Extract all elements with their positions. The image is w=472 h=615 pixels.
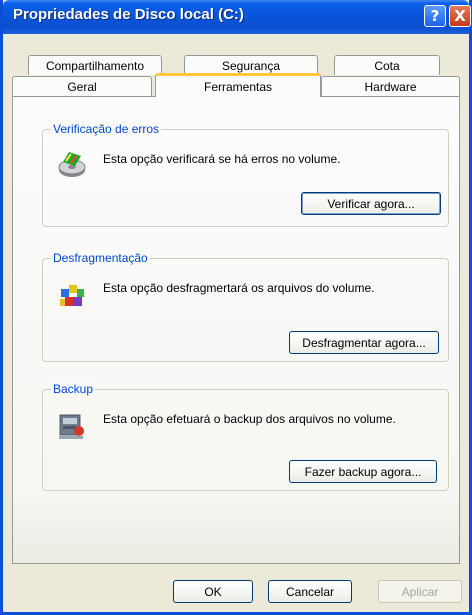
check-now-button[interactable]: Verificar agora... [301, 192, 441, 215]
button-label: Cancelar [285, 584, 335, 599]
backup-icon [59, 414, 84, 439]
group-label: Backup [51, 382, 96, 396]
tab-geral[interactable]: Geral [12, 76, 152, 96]
tab-compartilhamento[interactable]: Compartilhamento [28, 55, 162, 75]
disk-check-icon [58, 152, 86, 177]
tab-cota[interactable]: Cota [334, 55, 440, 75]
title-bar[interactable]: Propriedades de Disco local (C:) ? X [3, 0, 471, 34]
properties-window: Propriedades de Disco local (C:) ? X Com… [0, 0, 472, 615]
button-label: OK [204, 584, 222, 599]
button-label: Desfragmentar agora... [302, 335, 426, 350]
tab-seguranca[interactable]: Segurança [184, 55, 318, 75]
cancel-button[interactable]: Cancelar [268, 580, 352, 603]
button-label: Aplicar [401, 584, 439, 599]
tab-label: Ferramentas [203, 79, 273, 94]
button-label: Fazer backup agora... [304, 464, 422, 479]
tab-hardware[interactable]: Hardware [321, 76, 460, 96]
defrag-group: Desfragmentação Esta opção desfragmertar… [42, 251, 449, 362]
button-label: Verificar agora... [327, 196, 415, 211]
tools-panel: Verificação de erros Esta opção verifica… [12, 96, 460, 564]
group-label: Desfragmentação [51, 251, 150, 265]
group-description: Esta opção desfragmertará os arquivos do… [103, 281, 375, 295]
error-check-group: Verificação de erros Esta opção verifica… [42, 122, 449, 227]
ok-button[interactable]: OK [173, 580, 253, 603]
tab-label: Cota [374, 58, 400, 73]
group-label: Verificação de erros [51, 122, 162, 136]
help-icon: ? [430, 7, 440, 25]
help-button[interactable]: ? [424, 5, 446, 27]
close-icon: X [454, 7, 466, 25]
backup-group: Backup Esta opção efetuará o backup dos … [42, 382, 449, 491]
tab-label: Compartilhamento [45, 58, 145, 73]
group-description: Esta opção efetuará o backup dos arquivo… [103, 412, 396, 426]
apply-button[interactable]: Aplicar [378, 580, 462, 603]
group-description: Esta opção verificará se há erros no vol… [103, 152, 341, 166]
defrag-icon [60, 285, 84, 306]
close-button[interactable]: X [449, 5, 471, 27]
tab-label: Segurança [221, 58, 281, 73]
backup-now-button[interactable]: Fazer backup agora... [289, 460, 437, 483]
tab-label: Hardware [364, 79, 417, 94]
tab-ferramentas[interactable]: Ferramentas [155, 73, 321, 97]
defrag-now-button[interactable]: Desfragmentar agora... [289, 331, 439, 354]
window-title: Propriedades de Disco local (C:) [13, 6, 244, 23]
tab-label: Geral [67, 79, 97, 94]
